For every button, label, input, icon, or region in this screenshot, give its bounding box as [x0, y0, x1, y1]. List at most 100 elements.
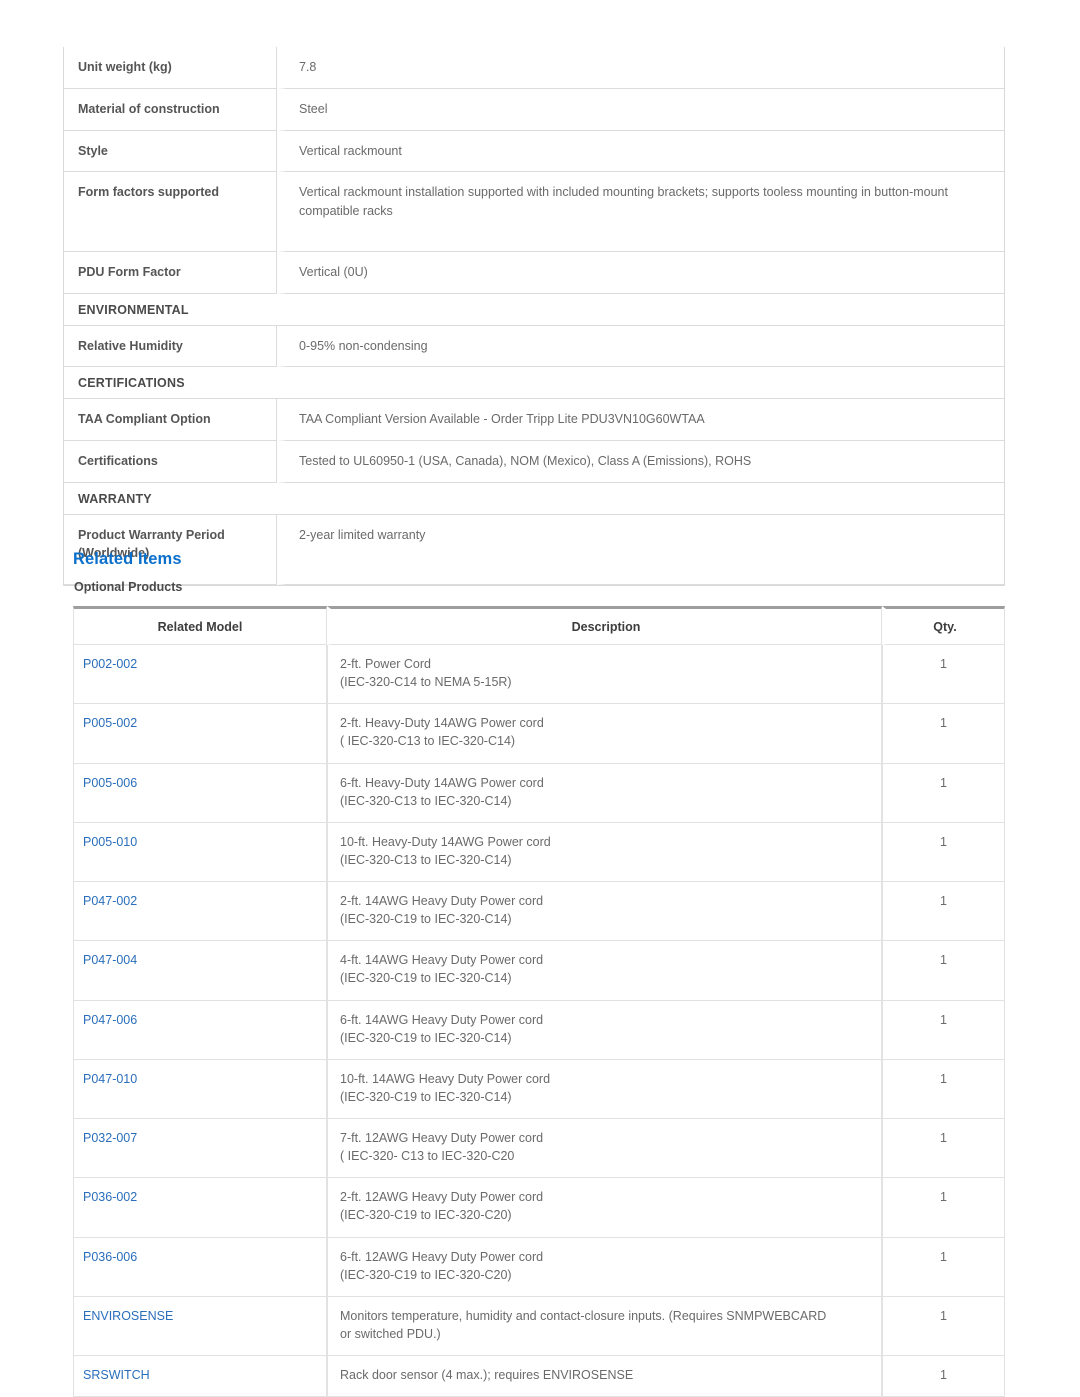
table-row: P036-002 2-ft. 12AWG Heavy Duty Power cor…: [73, 1178, 1005, 1238]
related-model-link[interactable]: P047-006: [83, 1013, 137, 1027]
related-items-panel: Related Model Description Qty. P002-002 2…: [73, 606, 1005, 1397]
description-line-1: 7-ft. 12AWG Heavy Duty Power cord: [340, 1131, 544, 1145]
spec-row-label: Material of construction: [64, 88, 277, 131]
description-cell: 2-ft. 14AWG Heavy Duty Power cord (IEC-32…: [327, 882, 882, 942]
spec-row-value: Steel: [277, 88, 1004, 131]
description-cell: 6-ft. Heavy-Duty 14AWG Power cord (IEC-32…: [327, 763, 882, 823]
related-items-table: Related Model Description Qty. P002-002 2…: [73, 606, 1005, 1397]
qty-cell: 1: [882, 1237, 1005, 1297]
spec-row-value: Tested to UL60950-1 (USA, Canada), NOM (…: [277, 441, 1004, 483]
qty-cell: 1: [882, 645, 1005, 705]
description-line-2: (IEC-320-C19 to IEC-320-C20): [340, 1208, 512, 1223]
spec-row: TAA Compliant Option TAA Compliant Versio…: [64, 399, 1004, 441]
spec-row: PDU Form Factor Vertical (0U): [64, 251, 1004, 294]
spec-section-header: ENVIRONMENTAL: [64, 294, 1004, 326]
spec-section-title: CERTIFICATIONS: [64, 367, 1004, 400]
related-model-cell: ENVIROSENSE: [73, 1296, 327, 1356]
spec-section-title: WARRANTY: [64, 483, 1004, 515]
related-model-link[interactable]: P047-010: [83, 1072, 137, 1086]
table-header-row: Related Model Description Qty.: [73, 606, 1005, 645]
qty-cell: 1: [882, 704, 1005, 764]
table-row: P047-010 10-ft. 14AWG Heavy Duty Power co…: [73, 1059, 1005, 1119]
description-line-1: 4-ft. 14AWG Heavy Duty Power cord: [340, 953, 544, 968]
qty-cell: 1: [882, 1000, 1005, 1060]
spec-row-value: Vertical rackmount installation supporte…: [277, 172, 1004, 252]
table-row: P005-006 6-ft. Heavy-Duty 14AWG Power cor…: [73, 763, 1005, 823]
related-model-link[interactable]: P047-004: [83, 953, 137, 967]
description-cell: 2-ft. Power Cord (IEC-320-C14 to NEMA 5-1…: [327, 645, 882, 705]
column-header-description[interactable]: Description: [327, 606, 882, 645]
spec-row-value: Vertical (0U): [277, 251, 1004, 294]
related-items-table-head: Related Model Description Qty.: [73, 606, 1005, 645]
table-row: P032-007 7-ft. 12AWG Heavy Duty Power cor…: [73, 1119, 1005, 1179]
qty-cell: 1: [882, 941, 1005, 1001]
description-cell: 4-ft. 14AWG Heavy Duty Power cord (IEC-32…: [327, 941, 882, 1001]
qty-cell: 1: [882, 1059, 1005, 1119]
related-model-cell: P032-007: [73, 1119, 327, 1179]
related-model-cell: P005-002: [73, 704, 327, 764]
related-model-link[interactable]: P036-002: [83, 1190, 137, 1204]
related-model-cell: P047-002: [73, 882, 327, 942]
description-line-1: 6-ft. 14AWG Heavy Duty Power cord: [340, 1012, 544, 1027]
description-line-1: Monitors temperature, humidity and conta…: [340, 1308, 827, 1323]
description-line-2: (IEC-320-C13 to IEC-320-C14): [340, 852, 512, 867]
spec-row: Unit weight (kg) 7.8: [64, 47, 1004, 89]
table-row: P036-006 6-ft. 12AWG Heavy Duty Power cor…: [73, 1237, 1005, 1297]
description-line-2: (IEC-320-C14 to NEMA 5-15R): [340, 675, 512, 690]
related-model-cell: P047-004: [73, 941, 327, 1001]
related-model-cell: P047-006: [73, 1000, 327, 1060]
spec-row-value: 0-95% non-condensing: [277, 325, 1004, 368]
spec-row-label: Style: [64, 130, 277, 173]
qty-cell: 1: [882, 1356, 1005, 1397]
description-cell: 2-ft. 12AWG Heavy Duty Power cord (IEC-32…: [327, 1178, 882, 1238]
related-model-cell: P036-006: [73, 1237, 327, 1297]
spec-section-title: ENVIRONMENTAL: [64, 294, 1004, 326]
spec-row-label: Unit weight (kg): [64, 47, 277, 89]
related-model-link[interactable]: ENVIROSENSE: [83, 1309, 173, 1323]
table-row: SRSWITCH Rack door sensor (4 max.); requi…: [73, 1356, 1005, 1397]
related-model-link[interactable]: P005-010: [83, 835, 137, 849]
description-line-1: 2-ft. 14AWG Heavy Duty Power cord: [340, 894, 544, 908]
table-row: ENVIROSENSE Monitors temperature, humidit…: [73, 1296, 1005, 1356]
related-model-link[interactable]: P005-006: [83, 776, 137, 790]
related-model-cell: P002-002: [73, 645, 327, 705]
description-line-2: (IEC-320-C19 to IEC-320-C20): [340, 1267, 512, 1282]
description-line-1: 2-ft. 12AWG Heavy Duty Power cord: [340, 1190, 544, 1205]
specifications-panel: Unit weight (kg) 7.8 Material of construct…: [63, 47, 1005, 586]
spec-section-header: CERTIFICATIONS: [64, 367, 1004, 400]
related-model-link[interactable]: P002-002: [83, 657, 137, 671]
description-line-2: or switched PDU.): [340, 1326, 441, 1341]
qty-cell: 1: [882, 882, 1005, 942]
spec-row: Style Vertical rackmount: [64, 130, 1004, 173]
description-line-2: ( IEC-320- C13 to IEC-320-C20: [340, 1149, 515, 1164]
description-line-1: 2-ft. Power Cord: [340, 657, 432, 671]
related-model-cell: P036-002: [73, 1178, 327, 1238]
related-model-link[interactable]: SRSWITCH: [83, 1368, 150, 1382]
column-header-qty[interactable]: Qty.: [882, 606, 1005, 645]
spec-row-label: PDU Form Factor: [64, 251, 277, 294]
related-model-link[interactable]: P036-006: [83, 1250, 137, 1264]
related-model-link[interactable]: P032-007: [83, 1131, 137, 1145]
related-items-table-body: P002-002 2-ft. Power Cord (IEC-320-C14 to …: [73, 645, 1005, 1397]
table-row: P047-002 2-ft. 14AWG Heavy Duty Power cor…: [73, 882, 1005, 942]
description-cell: Rack door sensor (4 max.); requires ENVI…: [327, 1356, 882, 1397]
description-line-1: 10-ft. Heavy-Duty 14AWG Power cord: [340, 834, 551, 849]
description-cell: 6-ft. 14AWG Heavy Duty Power cord (IEC-32…: [327, 1000, 882, 1060]
table-row: P005-002 2-ft. Heavy-Duty 14AWG Power cor…: [73, 704, 1005, 764]
description-line-2: (IEC-320-C13 to IEC-320-C14): [340, 793, 512, 808]
description-line-1: 10-ft. 14AWG Heavy Duty Power cord: [340, 1071, 551, 1086]
spec-row: Product Warranty Period (Worldwide) 2-yea…: [64, 514, 1004, 585]
spec-row: Relative Humidity 0-95% non-condensing: [64, 325, 1004, 368]
table-row: P047-004 4-ft. 14AWG Heavy Duty Power cor…: [73, 941, 1005, 1001]
description-cell: 6-ft. 12AWG Heavy Duty Power cord (IEC-32…: [327, 1237, 882, 1297]
spec-row: Form factors supported Vertical rackmount…: [64, 172, 1004, 252]
related-model-link[interactable]: P047-002: [83, 894, 137, 908]
spec-section-header: WARRANTY: [64, 483, 1004, 515]
related-model-cell: SRSWITCH: [73, 1356, 327, 1397]
description-line-1: 6-ft. 12AWG Heavy Duty Power cord: [340, 1249, 544, 1264]
qty-cell: 1: [882, 822, 1005, 882]
related-model-link[interactable]: P005-002: [83, 716, 137, 730]
related-model-cell: P005-006: [73, 763, 327, 823]
spec-row: Material of construction Steel: [64, 88, 1004, 131]
column-header-related-model[interactable]: Related Model: [73, 606, 327, 645]
